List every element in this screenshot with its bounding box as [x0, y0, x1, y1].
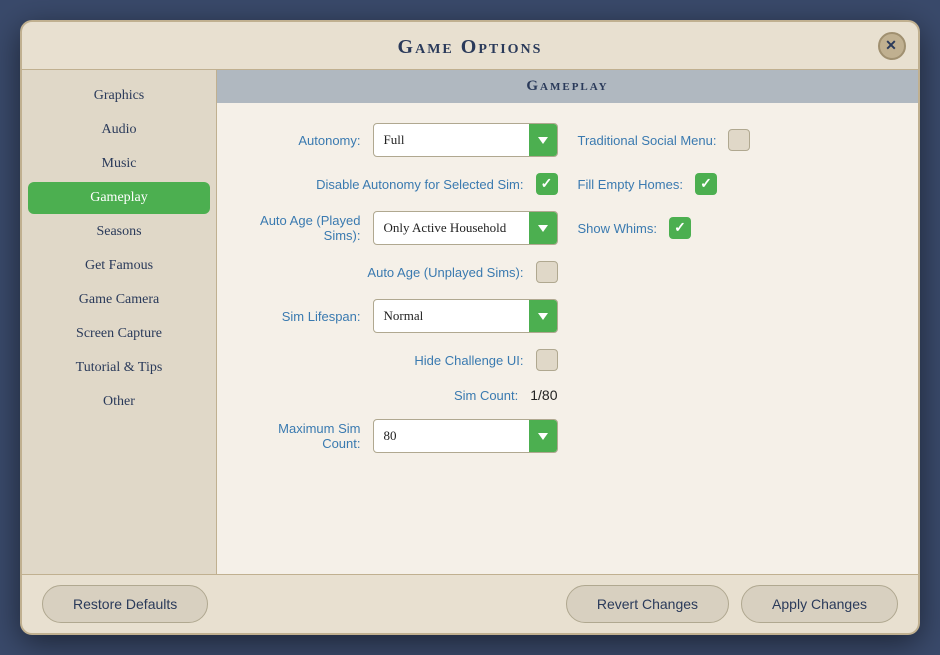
auto-age-played-dropdown[interactable]: Only Active Household: [373, 211, 558, 245]
fill-empty-homes-label: Fill Empty Homes:: [578, 177, 683, 192]
sidebar-item-game-camera[interactable]: Game Camera: [28, 284, 210, 316]
sidebar-item-music[interactable]: Music: [28, 148, 210, 180]
max-sim-count-left: Maximum Sim Count: 80: [247, 419, 558, 453]
sidebar-item-audio[interactable]: Audio: [28, 114, 210, 146]
settings-row-auto-age-unplayed: Auto Age (Unplayed Sims):: [247, 261, 888, 283]
disable-autonomy-checkbox[interactable]: [536, 173, 558, 195]
main-content: Gameplay Autonomy: Full Tradi: [217, 70, 918, 574]
max-sim-count-dropdown-btn[interactable]: [529, 420, 557, 452]
max-sim-count-value: 80: [374, 422, 529, 450]
traditional-social-label: Traditional Social Menu:: [578, 133, 717, 148]
sim-count-value: 1/80: [530, 387, 557, 403]
show-whims-right: Show Whims:: [578, 217, 889, 239]
sim-lifespan-dropdown-btn[interactable]: [529, 300, 557, 332]
sim-count-label: Sim Count:: [454, 388, 518, 403]
autonomy-label: Autonomy:: [298, 133, 360, 148]
dialog-body: Graphics Audio Music Gameplay Seasons Ge…: [22, 70, 918, 574]
section-header: Gameplay: [217, 70, 918, 103]
sidebar-item-other[interactable]: Other: [28, 386, 210, 418]
disable-autonomy-left: Disable Autonomy for Selected Sim:: [247, 173, 558, 195]
autonomy-left: Autonomy: Full: [247, 123, 558, 157]
autonomy-value: Full: [374, 126, 529, 154]
sim-lifespan-label: Sim Lifespan:: [282, 309, 361, 324]
dialog-title: Game Options: [398, 36, 543, 58]
restore-defaults-button[interactable]: Restore Defaults: [42, 585, 208, 623]
sidebar: Graphics Audio Music Gameplay Seasons Ge…: [22, 70, 217, 574]
auto-age-played-dropdown-btn[interactable]: [529, 212, 557, 244]
settings-row-max-sim-count: Maximum Sim Count: 80: [247, 419, 888, 453]
revert-changes-button[interactable]: Revert Changes: [566, 585, 729, 623]
settings-row-auto-age-played: Auto Age (Played Sims): Only Active Hous…: [247, 211, 888, 245]
auto-age-unplayed-left: Auto Age (Unplayed Sims):: [247, 261, 558, 283]
fill-empty-homes-checkbox[interactable]: [695, 173, 717, 195]
auto-age-played-label: Auto Age (Played Sims):: [247, 213, 361, 243]
max-sim-count-dropdown[interactable]: 80: [373, 419, 558, 453]
hide-challenge-checkbox[interactable]: [536, 349, 558, 371]
settings-row-disable-autonomy: Disable Autonomy for Selected Sim: Fill …: [247, 173, 888, 195]
disable-autonomy-label: Disable Autonomy for Selected Sim:: [316, 177, 523, 192]
auto-age-unplayed-label: Auto Age (Unplayed Sims):: [367, 265, 523, 280]
auto-age-unplayed-checkbox[interactable]: [536, 261, 558, 283]
autonomy-dropdown-btn[interactable]: [529, 124, 557, 156]
dialog-header: Game Options ✕: [22, 22, 918, 70]
sidebar-item-graphics[interactable]: Graphics: [28, 80, 210, 112]
auto-age-played-value: Only Active Household: [374, 214, 529, 242]
settings-row-sim-count: Sim Count: 1/80: [247, 387, 888, 403]
dialog-footer: Restore Defaults Revert Changes Apply Ch…: [22, 574, 918, 633]
traditional-social-checkbox[interactable]: [728, 129, 750, 151]
traditional-social-right: Traditional Social Menu:: [578, 129, 889, 151]
settings-area: Autonomy: Full Traditional Social Menu:: [217, 103, 918, 574]
max-sim-count-dropdown-arrow: [538, 433, 548, 440]
sidebar-item-gameplay[interactable]: Gameplay: [28, 182, 210, 214]
max-sim-count-label: Maximum Sim Count:: [247, 421, 361, 451]
sim-lifespan-value: Normal: [374, 302, 529, 330]
fill-empty-homes-right: Fill Empty Homes:: [578, 173, 889, 195]
show-whims-label: Show Whims:: [578, 221, 657, 236]
settings-row-hide-challenge: Hide Challenge UI:: [247, 349, 888, 371]
settings-row-autonomy: Autonomy: Full Traditional Social Menu:: [247, 123, 888, 157]
game-options-dialog: Game Options ✕ Graphics Audio Music Game…: [20, 20, 920, 635]
sidebar-item-tutorial-tips[interactable]: Tutorial & Tips: [28, 352, 210, 384]
close-button[interactable]: ✕: [878, 32, 906, 60]
hide-challenge-left: Hide Challenge UI:: [247, 349, 558, 371]
sim-lifespan-left: Sim Lifespan: Normal: [247, 299, 558, 333]
auto-age-played-dropdown-arrow: [538, 225, 548, 232]
auto-age-played-left: Auto Age (Played Sims): Only Active Hous…: [247, 211, 558, 245]
settings-row-sim-lifespan: Sim Lifespan: Normal: [247, 299, 888, 333]
apply-changes-button[interactable]: Apply Changes: [741, 585, 898, 623]
autonomy-dropdown-arrow: [538, 137, 548, 144]
autonomy-dropdown[interactable]: Full: [373, 123, 558, 157]
sim-lifespan-dropdown-arrow: [538, 313, 548, 320]
show-whims-checkbox[interactable]: [669, 217, 691, 239]
hide-challenge-label: Hide Challenge UI:: [414, 353, 523, 368]
sidebar-item-seasons[interactable]: Seasons: [28, 216, 210, 248]
sim-lifespan-dropdown[interactable]: Normal: [373, 299, 558, 333]
sidebar-item-get-famous[interactable]: Get Famous: [28, 250, 210, 282]
sim-count-left: Sim Count: 1/80: [247, 387, 558, 403]
sidebar-item-screen-capture[interactable]: Screen Capture: [28, 318, 210, 350]
footer-right: Revert Changes Apply Changes: [566, 585, 898, 623]
